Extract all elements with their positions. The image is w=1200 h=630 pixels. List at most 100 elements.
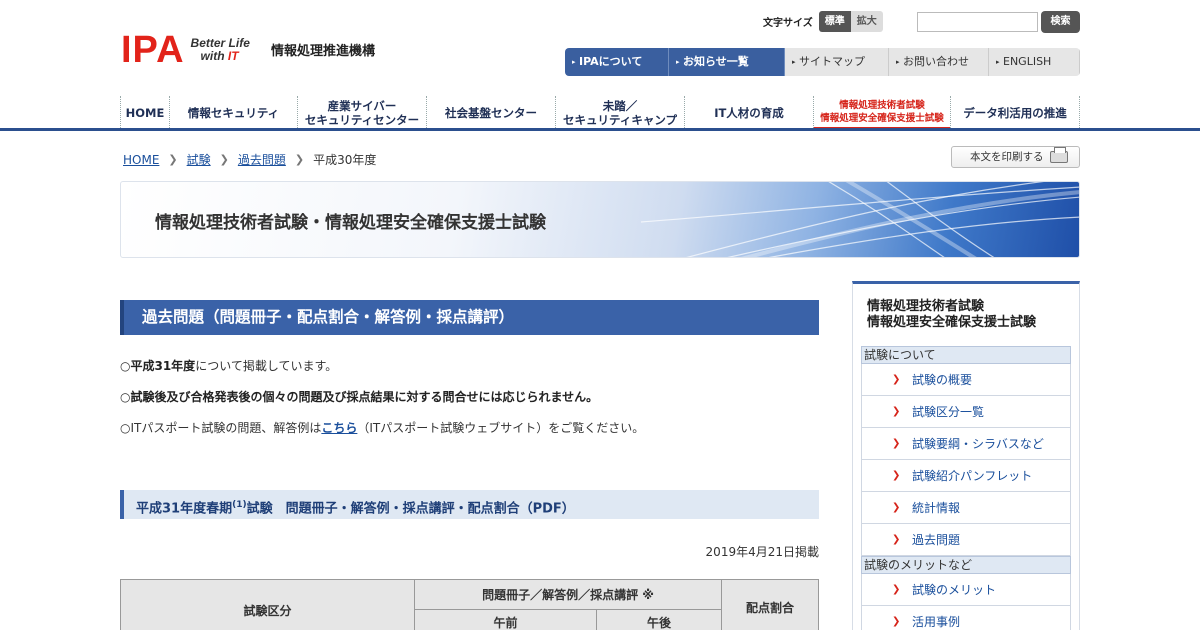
- gnav-label: HOME: [125, 106, 165, 120]
- search-button[interactable]: 検索: [1041, 11, 1080, 33]
- gnav-icscoe[interactable]: 産業サイバー セキュリティセンター: [297, 96, 426, 130]
- gnav-data[interactable]: データ利活用の推進: [950, 96, 1080, 130]
- printer-icon: [1050, 147, 1068, 163]
- breadcrumb-past-questions[interactable]: 過去問題: [238, 151, 286, 168]
- sidebar-item-overview[interactable]: ❯ 試験の概要: [861, 364, 1071, 396]
- util-nav-sitemap[interactable]: サイトマップ: [785, 48, 889, 76]
- sidebar-item-label: 試験紹介パンフレット: [912, 469, 1033, 483]
- gnav-label: 情報処理技術者試験 情報処理安全確保支援士試験: [820, 99, 944, 125]
- search-input[interactable]: [917, 12, 1038, 32]
- gnav-exam[interactable]: 情報処理技術者試験 情報処理安全確保支援士試験: [813, 96, 950, 130]
- bullet: ○: [120, 421, 131, 435]
- exam-table: 試験区分 問題冊子／解答例／採点講評 ※ 午前 午後 配点割合: [120, 579, 819, 630]
- sidebar-item-label: 過去問題: [912, 533, 961, 547]
- gnav-line2: セキュリティキャンプ: [563, 113, 677, 127]
- notice-inquiry-text: 試験後及び合格発表後の個々の問題及び採点結果に対する問合せには応じられません。: [130, 390, 599, 404]
- gnav-line1: 未踏／: [602, 99, 638, 113]
- font-size-standard-button[interactable]: 標準: [818, 11, 851, 32]
- notice-text: （ITパスポート試験ウェブサイト）をご覧ください。: [357, 421, 645, 435]
- section-heading: 平成31年度春期(1)試験 問題冊子・解答例・採点講評・配点割合（PDF）: [120, 490, 819, 519]
- table-header-category: 試験区分: [121, 580, 415, 630]
- gnav-line1: 産業サイバー: [327, 99, 397, 113]
- util-nav-english[interactable]: ENGLISH: [989, 48, 1080, 76]
- sidebar-item-label: 試験区分一覧: [912, 405, 985, 419]
- notice-inquiry: ○試験後及び合格発表後の個々の問題及び採点結果に対する問合せには応じられません。: [120, 388, 598, 405]
- breadcrumb-current: 平成30年度: [313, 153, 377, 167]
- chevron-right-icon: ❯: [892, 502, 901, 513]
- font-size-large-button[interactable]: 拡大: [850, 11, 883, 32]
- page-title: 過去問題（問題冊子・配点割合・解答例・採点講評）: [120, 300, 819, 335]
- table-header-am: 午前: [415, 610, 597, 630]
- sidebar-category-about: 試験について: [861, 346, 1071, 364]
- chevron-right-icon: ❯: [168, 153, 178, 166]
- gnav-label: 未踏／ セキュリティキャンプ: [563, 99, 677, 127]
- util-nav-contact[interactable]: お問い合わせ: [889, 48, 989, 76]
- page-banner: 情報処理技術者試験・情報処理安全確保支援士試験: [120, 181, 1080, 258]
- sidebar-item-label: 統計情報: [912, 501, 961, 515]
- utility-nav: IPAについて お知らせ一覧 サイトマップ お問い合わせ ENGLISH: [565, 48, 1080, 76]
- gnav-label: IT人材の育成: [714, 106, 784, 120]
- sidebar-item-syllabus[interactable]: ❯ 試験要綱・シラバスなど: [861, 428, 1071, 460]
- util-nav-about[interactable]: IPAについて: [565, 48, 669, 76]
- chevron-right-icon: ❯: [892, 406, 901, 417]
- gnav-home[interactable]: HOME: [120, 96, 169, 130]
- section-heading-post: 試験 問題冊子・解答例・採点講評・配点割合（PDF）: [246, 501, 575, 517]
- gnav-label: 社会基盤センター: [445, 106, 537, 120]
- font-size-label: 文字サイズ: [763, 18, 813, 29]
- chevron-right-icon: ❯: [892, 470, 901, 481]
- table-header-booklet: 問題冊子／解答例／採点講評 ※: [415, 580, 722, 610]
- gnav-security[interactable]: 情報セキュリティ: [169, 96, 297, 130]
- sidebar-item-label: 活用事例: [912, 615, 961, 629]
- sidebar-item-pamphlet[interactable]: ❯ 試験紹介パンフレット: [861, 460, 1071, 492]
- global-nav: HOME 情報セキュリティ 産業サイバー セキュリティセンター 社会基盤センター …: [120, 96, 1080, 130]
- logo-tagline-line2b: IT: [227, 49, 239, 63]
- section-heading-pre: 平成31年度春期: [136, 501, 233, 517]
- sidebar-item-categories[interactable]: ❯ 試験区分一覧: [861, 396, 1071, 428]
- gnav-it-hr[interactable]: IT人材の育成: [684, 96, 813, 130]
- sidebar-item-label: 試験のメリット: [912, 583, 997, 597]
- gnav-label: 情報セキュリティ: [187, 106, 280, 120]
- sidebar: 情報処理技術者試験 情報処理安全確保支援士試験 試験について ❯ 試験の概要 ❯ 試…: [852, 281, 1080, 630]
- chevron-right-icon: ❯: [892, 584, 901, 595]
- gnav-underline: [0, 128, 1200, 131]
- util-nav-news[interactable]: お知らせ一覧: [669, 48, 785, 76]
- chevron-right-icon: ❯: [892, 374, 901, 385]
- gnav-line2: 情報処理安全確保支援士試験: [820, 112, 944, 124]
- org-name: 情報処理推進機構: [271, 44, 376, 59]
- print-button-label: 本文を印刷する: [970, 151, 1044, 163]
- sidebar-item-statistics[interactable]: ❯ 統計情報: [861, 492, 1071, 524]
- bullet: ○: [120, 390, 131, 404]
- logo-tagline-line1: Better Life: [190, 36, 250, 50]
- breadcrumb-exam[interactable]: 試験: [187, 151, 211, 168]
- gnav-social-infra[interactable]: 社会基盤センター: [426, 96, 555, 130]
- font-size-switcher: 文字サイズ 標準 拡大: [763, 11, 883, 32]
- sidebar-item-merits[interactable]: ❯ 試験のメリット: [861, 574, 1071, 606]
- banner-title: 情報処理技術者試験・情報処理安全確保支援士試験: [155, 213, 546, 233]
- sidebar-title-line1: 情報処理技術者試験: [867, 299, 985, 314]
- logo-tagline-line2a: with: [200, 49, 228, 63]
- logo-tagline: Better Life with IT: [191, 37, 250, 63]
- logo-mark: IPA: [121, 29, 185, 71]
- breadcrumb-home[interactable]: HOME: [123, 153, 159, 167]
- chevron-right-icon: ❯: [219, 153, 229, 166]
- sidebar-title-line2: 情報処理安全確保支援士試験: [867, 315, 1037, 330]
- gnav-label: 産業サイバー セキュリティセンター: [305, 99, 419, 127]
- notice-text: ITパスポート試験の問題、解答例は: [130, 421, 322, 435]
- table-header-ratio: 配点割合: [745, 600, 794, 615]
- ipa-logo[interactable]: IPA Better Life with IT: [121, 31, 250, 69]
- sidebar-item-label: 試験要綱・シラバスなど: [912, 437, 1044, 451]
- notice-it-passport: ○ITパスポート試験の問題、解答例はこちら（ITパスポート試験ウェブサイト）をご…: [120, 419, 644, 436]
- sidebar-item-past-questions[interactable]: ❯ 過去問題: [861, 524, 1071, 556]
- it-passport-link[interactable]: こちら: [321, 421, 357, 435]
- chevron-right-icon: ❯: [294, 153, 305, 166]
- gnav-mitou[interactable]: 未踏／ セキュリティキャンプ: [555, 96, 684, 130]
- sidebar-item-cases[interactable]: ❯ 活用事例: [861, 606, 1071, 630]
- chevron-right-icon: ❯: [892, 616, 901, 627]
- sidebar-category-merits: 試験のメリットなど: [861, 556, 1071, 574]
- gnav-label: データ利活用の推進: [963, 106, 1067, 120]
- gnav-line2: セキュリティセンター: [304, 113, 420, 127]
- print-button[interactable]: 本文を印刷する: [951, 146, 1080, 168]
- sidebar-item-label: 試験の概要: [912, 373, 973, 387]
- notice-year: 平成31年度: [130, 359, 196, 373]
- footnote-ref[interactable]: (1): [232, 500, 247, 510]
